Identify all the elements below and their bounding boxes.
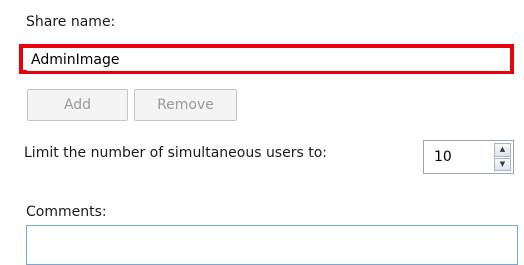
spin-down-icon[interactable]: ▼ [494,157,511,171]
spin-up-icon[interactable]: ▲ [494,143,511,157]
user-limit-stepper[interactable]: 10 ▲ ▼ [423,140,514,174]
share-name-highlight [19,44,514,74]
stepper-buttons: ▲ ▼ [494,143,511,171]
share-name-input[interactable] [27,49,510,71]
comments-label: Comments: [26,204,107,220]
share-name-label: Share name: [26,14,116,30]
comments-field[interactable] [26,225,518,265]
add-button[interactable]: Add [27,89,128,121]
user-limit-label: Limit the number of simultaneous users t… [24,145,327,161]
share-settings-panel: Share name: Add Remove Limit the number … [0,0,524,265]
user-limit-value[interactable]: 10 [434,149,452,165]
remove-button[interactable]: Remove [134,89,237,121]
